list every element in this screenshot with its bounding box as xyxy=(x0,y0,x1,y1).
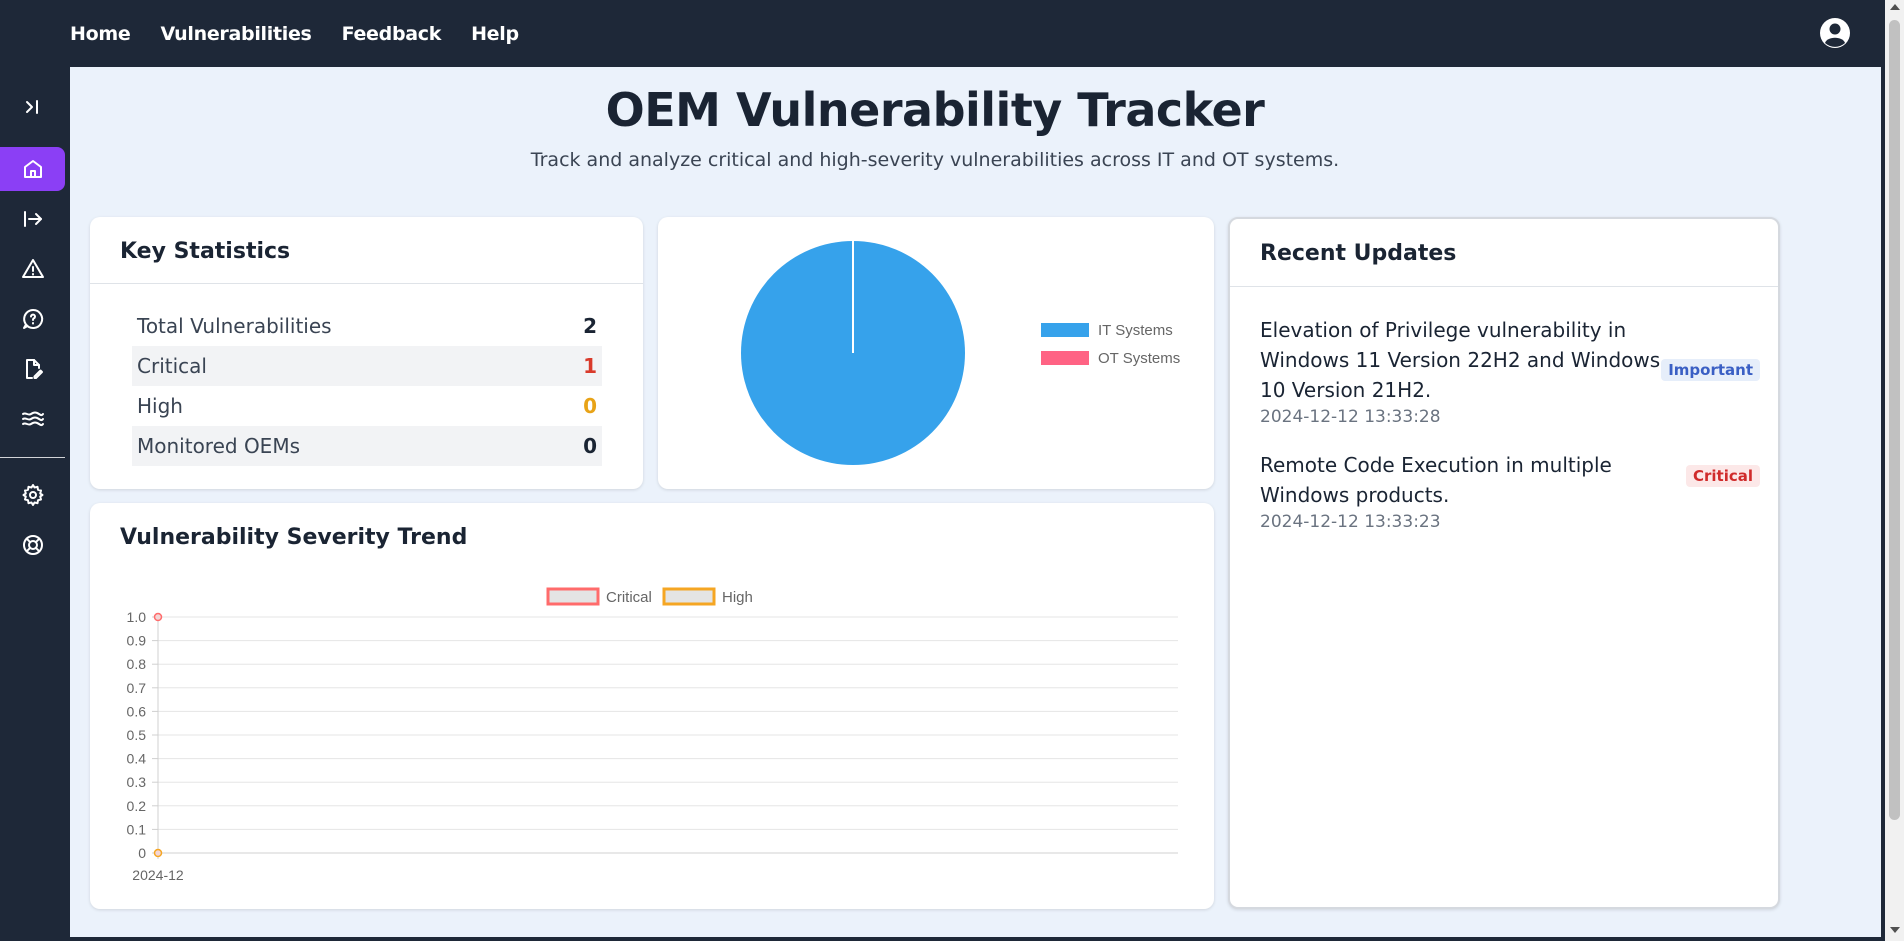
y-tick-label: 0.9 xyxy=(127,633,147,649)
stat-value: 0 xyxy=(583,394,597,418)
y-tick-label: 0.8 xyxy=(127,656,147,672)
key-statistics-card: Key Statistics Total Vulnerabilities 2 C… xyxy=(90,217,643,489)
severity-badge: Critical xyxy=(1685,465,1760,487)
stat-label: Monitored OEMs xyxy=(137,434,300,458)
help-lifebuoy-icon xyxy=(22,535,43,555)
recent-updates-heading: Recent Updates xyxy=(1260,241,1457,266)
system-distribution-card: IT Systems OT Systems xyxy=(658,217,1214,489)
scroll-up-arrow-icon[interactable] xyxy=(1890,4,1900,10)
update-date: 2024-12-12 13:33:23 xyxy=(1260,512,1441,532)
legend-label-critical: Critical xyxy=(606,589,652,606)
x-tick-label: 2024-12 xyxy=(132,867,184,883)
stat-value: 0 xyxy=(583,434,597,458)
sidebar-item-logout[interactable] xyxy=(0,197,65,241)
point-critical xyxy=(153,612,163,622)
scrollbar[interactable] xyxy=(1885,0,1904,941)
sidebar-expand-button[interactable] xyxy=(0,85,65,129)
top-navbar: Home Vulnerabilities Feedback Help xyxy=(0,0,1885,67)
stat-value: 1 xyxy=(583,354,597,378)
sidebar-item-feeds[interactable] xyxy=(0,397,65,441)
y-tick-label: 0 xyxy=(138,845,146,861)
severity-badge: Important xyxy=(1661,359,1760,381)
sidebar-item-feedback[interactable] xyxy=(0,297,65,341)
update-title: Elevation of Privilege vulnerability in … xyxy=(1260,318,1661,402)
y-tick-label: 0.7 xyxy=(127,680,147,696)
stat-row-critical: Critical 1 xyxy=(132,346,602,386)
pie-chart: IT Systems OT Systems xyxy=(741,241,1180,465)
y-tick-label: 0.2 xyxy=(127,798,147,814)
legend-swatch-ot-systems xyxy=(1041,351,1089,365)
scroll-thumb[interactable] xyxy=(1889,20,1900,820)
alert-triangle-icon xyxy=(21,259,44,278)
top-nav: Home Vulnerabilities Feedback Help xyxy=(70,0,519,67)
divider xyxy=(1230,286,1778,287)
nav-feedback-link[interactable]: Feedback xyxy=(342,23,442,45)
legend-label-it-systems: IT Systems xyxy=(1098,322,1173,339)
y-tick-label: 0.1 xyxy=(127,821,147,837)
window-bottom-edge xyxy=(0,937,1885,941)
stat-value: 2 xyxy=(583,314,597,338)
sidebar xyxy=(0,67,70,941)
update-title: Remote Code Execution in multiple Window… xyxy=(1260,453,1612,507)
stat-label: Critical xyxy=(137,354,207,378)
stat-label: Total Vulnerabilities xyxy=(137,314,332,338)
recent-updates-card: Recent Updates Elevation of Privilege vu… xyxy=(1228,217,1780,909)
scroll-down-arrow-icon[interactable] xyxy=(1890,927,1900,933)
severity-trend-card: Vulnerability Severity Trend Critical Hig… xyxy=(90,503,1214,909)
stat-row-high: High 0 xyxy=(132,386,602,426)
sidebar-item-home[interactable] xyxy=(0,147,65,191)
main-content: OEM Vulnerability Tracker Track and anal… xyxy=(70,67,1881,937)
legend-swatch-critical xyxy=(546,587,600,606)
sidebar-item-reports[interactable] xyxy=(0,347,65,391)
y-tick-label: 0.4 xyxy=(127,751,147,767)
legend-swatch-high xyxy=(662,587,716,606)
stat-row-total: Total Vulnerabilities 2 xyxy=(132,306,602,346)
key-statistics-heading: Key Statistics xyxy=(120,239,291,264)
stat-label: High xyxy=(137,394,183,418)
update-item[interactable]: Remote Code Execution in multiple Window… xyxy=(1260,450,1760,532)
sidebar-item-settings[interactable] xyxy=(0,473,65,517)
legend-swatch-it-systems xyxy=(1041,323,1089,337)
file-edit-icon xyxy=(25,359,43,379)
nav-vulnerabilities-link[interactable]: Vulnerabilities xyxy=(160,23,311,45)
feedback-bubble-icon xyxy=(22,308,43,329)
line-chart: Critical High 1.0 0.9 0.8 0.7 0.6 0.5 0.4 0.3 0.2 0… xyxy=(127,587,1178,883)
nav-help-link[interactable]: Help xyxy=(471,23,519,45)
home-icon xyxy=(23,160,42,178)
divider xyxy=(90,283,643,284)
sidebar-item-support[interactable] xyxy=(0,523,65,567)
waves-icon xyxy=(21,411,44,427)
y-tick-label: 0.5 xyxy=(127,727,147,743)
page-subtitle: Track and analyze critical and high-seve… xyxy=(530,149,1340,171)
point-high xyxy=(153,848,163,858)
nav-home-link[interactable]: Home xyxy=(70,23,131,45)
stat-row-monitored-oems: Monitored OEMs 0 xyxy=(132,426,602,466)
page-title: OEM Vulnerability Tracker xyxy=(605,83,1265,137)
y-tick-label: 1.0 xyxy=(127,609,147,625)
expand-sidebar-icon xyxy=(25,100,38,114)
update-date: 2024-12-12 13:33:28 xyxy=(1260,407,1441,427)
sidebar-divider xyxy=(0,457,65,458)
user-circle-icon[interactable] xyxy=(1818,16,1852,50)
legend-label-high: High xyxy=(722,589,753,606)
sidebar-item-vulnerabilities[interactable] xyxy=(0,247,65,291)
logout-arrow-icon xyxy=(23,211,42,227)
update-item[interactable]: Elevation of Privilege vulnerability in … xyxy=(1260,315,1760,427)
y-tick-label: 0.3 xyxy=(127,774,147,790)
y-tick-label: 0.6 xyxy=(127,703,147,719)
stats-table: Total Vulnerabilities 2 Critical 1 High … xyxy=(132,306,602,466)
settings-gear-icon xyxy=(22,484,43,506)
legend-label-ot-systems: OT Systems xyxy=(1098,350,1180,367)
